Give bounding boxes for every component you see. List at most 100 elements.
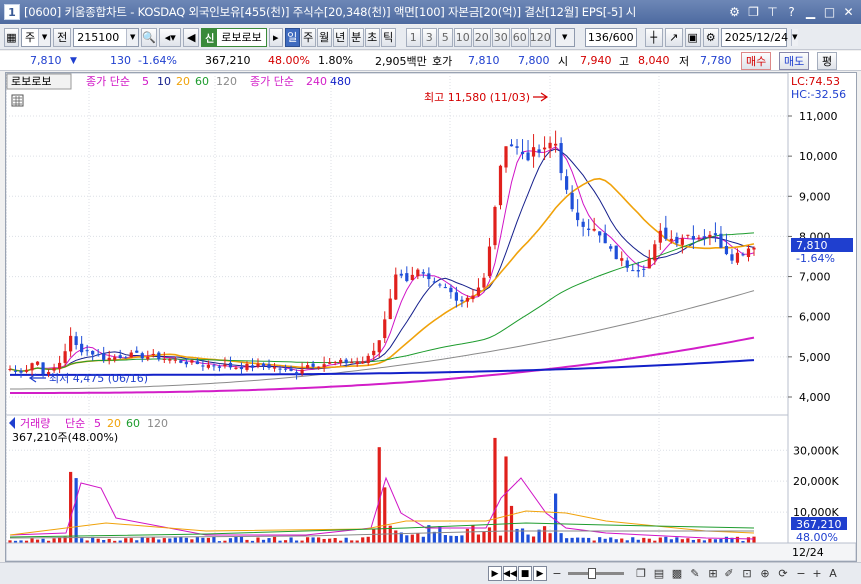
legend-ma5: 5	[142, 75, 149, 88]
vol-tag: 367,210	[796, 518, 842, 531]
close-icon[interactable]: ✕	[840, 3, 857, 20]
interval-button-0[interactable]: 1	[405, 27, 421, 47]
sell-button[interactable]: 매도	[779, 52, 810, 70]
candle-body	[267, 364, 271, 368]
pin-icon[interactable]: ⊤	[764, 3, 781, 20]
volume-bar	[647, 538, 651, 543]
candle-body	[272, 367, 277, 369]
candle-body	[140, 353, 144, 359]
interval-button-6[interactable]: 60	[510, 27, 529, 47]
stamp-icon[interactable]: ⊡	[740, 566, 754, 581]
period-tabs: 일주월년분초틱	[284, 27, 396, 47]
decrease-icon[interactable]: −	[794, 566, 808, 581]
eval-button[interactable]: 평	[817, 52, 838, 70]
stop-icon[interactable]: ■	[518, 566, 532, 581]
zoom-chart-icon[interactable]: ⊕	[758, 566, 772, 581]
refresh-icon[interactable]: ⟳	[776, 566, 790, 581]
pencil-icon[interactable]: ✎	[688, 566, 702, 581]
candle-type-icon[interactable]: ┼	[644, 27, 663, 47]
volume-pane	[5, 414, 789, 544]
volume-bar	[537, 529, 541, 543]
copy-icon[interactable]: ❐	[634, 566, 648, 581]
pattern-icon[interactable]: ▩	[670, 566, 684, 581]
candle-body	[449, 287, 453, 293]
period-tab-3[interactable]: 년	[332, 27, 348, 47]
candle-body	[542, 147, 547, 150]
gear-icon[interactable]: ⚙	[702, 27, 719, 47]
bid-label: 호가	[432, 54, 453, 68]
chart-area[interactable]: 11,000 10,000 9,000 8,000 7,000 6,000 5,000 4,0…	[5, 72, 857, 562]
period-tab-2[interactable]: 월	[316, 27, 332, 47]
volume-bar	[162, 538, 166, 543]
volume-bar	[531, 536, 536, 543]
count-input[interactable]: 136/600	[584, 27, 637, 47]
volume-bar	[438, 526, 442, 543]
candle-body	[190, 360, 194, 363]
y-tick-label: 10,000	[799, 150, 838, 163]
search-icon[interactable]: 🔍	[141, 27, 158, 47]
type-select[interactable]: 주 ▼	[21, 27, 52, 47]
grid-small-icon[interactable]: ⊞	[706, 566, 720, 581]
interval-button-2[interactable]: 5	[437, 27, 453, 47]
period-tab-0[interactable]: 일	[284, 27, 300, 47]
candle-body	[289, 368, 293, 371]
volume-bar	[460, 535, 464, 543]
save-icon[interactable]: ▣	[684, 27, 701, 47]
candle-body	[427, 273, 431, 280]
increase-icon[interactable]: +	[810, 566, 824, 581]
period-tab-1[interactable]: 주	[300, 27, 316, 47]
grid-icon[interactable]: ▦	[4, 27, 19, 47]
vol-legend-name: 거래량	[20, 417, 50, 430]
candle-body	[173, 359, 177, 361]
play-icon[interactable]: ▶	[488, 566, 502, 581]
code-input[interactable]: 215100 ▼	[73, 27, 140, 47]
indicator-icon[interactable]: ↗	[664, 27, 683, 47]
text-tool-icon[interactable]: A	[826, 566, 840, 581]
rewind-icon[interactable]: ◀◀	[503, 566, 517, 581]
candle-body	[636, 270, 640, 272]
maximize-icon[interactable]: □	[821, 3, 838, 20]
volume-bar	[234, 536, 238, 543]
down-arrow-icon: ▼	[70, 55, 77, 66]
period-prefix-button[interactable]: 전	[53, 27, 72, 47]
brush-icon[interactable]: ✐	[722, 566, 736, 581]
volume-bar	[669, 539, 673, 543]
vol-tick-label: 30,000K	[793, 444, 839, 457]
minimize-icon[interactable]: ▁	[802, 3, 819, 20]
restore-icon[interactable]: ❐	[745, 3, 762, 20]
interval-button-4[interactable]: 20	[472, 27, 491, 47]
interval-button-1[interactable]: 3	[421, 27, 437, 47]
volume-bar	[675, 537, 679, 543]
sound-icon[interactable]: ◂▾	[159, 27, 182, 47]
interval-button-7[interactable]: 120	[529, 27, 551, 47]
interval-select[interactable]: ▼	[554, 27, 575, 47]
candle-body	[13, 370, 18, 372]
scroll-slider[interactable]	[566, 566, 626, 581]
candle-body	[509, 144, 514, 147]
candle-body	[52, 367, 56, 371]
legend-ma60: 60	[195, 75, 209, 88]
legend-ma20: 20	[176, 75, 190, 88]
chevron-icon[interactable]: ▸	[268, 27, 283, 47]
candle-body	[482, 277, 486, 288]
stock-name-box[interactable]: 신 로보로보	[201, 27, 267, 47]
zoom-out-icon[interactable]: −	[550, 566, 564, 581]
y-tick-label: 4,000	[799, 391, 831, 404]
volume-bar	[267, 538, 271, 543]
volume-bar	[697, 539, 701, 543]
volume-bar	[30, 538, 34, 543]
interval-button-5[interactable]: 30	[491, 27, 510, 47]
arrow-left-icon[interactable]: ◀	[183, 27, 200, 47]
period-tab-6[interactable]: 틱	[380, 27, 396, 47]
lc-label: LC:74.53	[791, 75, 840, 88]
date-input[interactable]: 2025/12/24 ▼	[720, 27, 798, 47]
layout-icon[interactable]: ▤	[652, 566, 666, 581]
settings-icon[interactable]: ⚙	[726, 3, 743, 20]
volume-bar	[74, 478, 78, 543]
period-tab-5[interactable]: 초	[364, 27, 380, 47]
interval-button-3[interactable]: 10	[453, 27, 472, 47]
help-icon[interactable]: ?	[783, 3, 800, 20]
period-tab-4[interactable]: 분	[348, 27, 364, 47]
forward-icon[interactable]: ▶	[533, 566, 547, 581]
buy-button[interactable]: 매수	[741, 52, 772, 70]
